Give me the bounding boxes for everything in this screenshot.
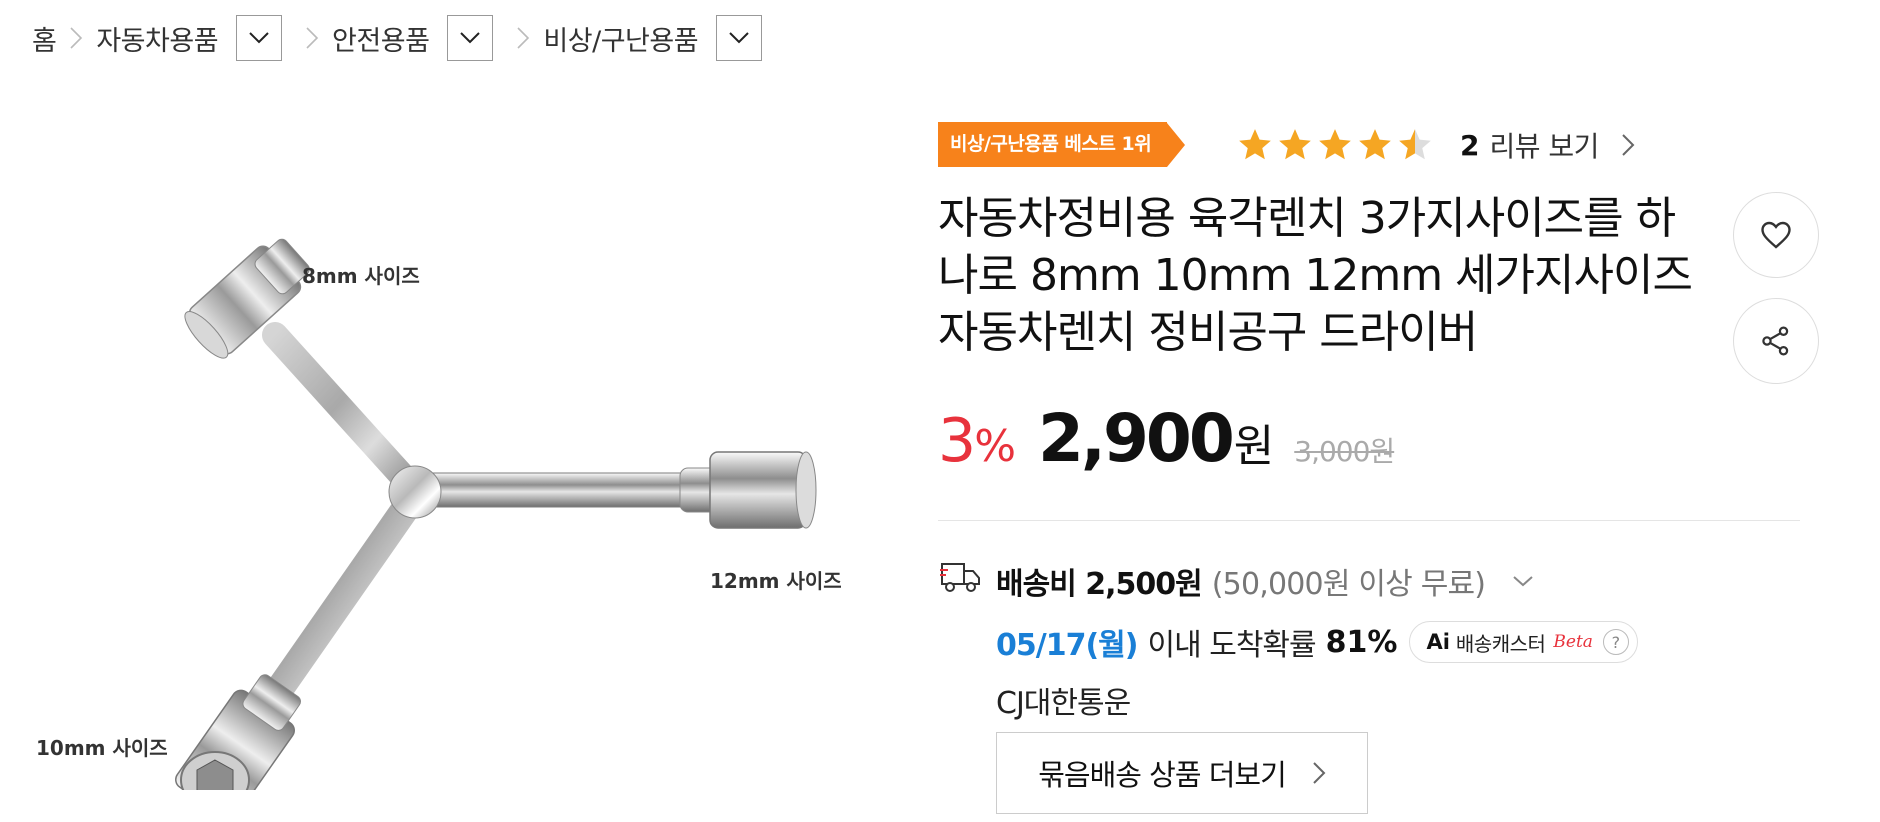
- ai-logo: Ai: [1426, 630, 1450, 654]
- breadcrumb-dropdown-safety[interactable]: [447, 15, 494, 61]
- review-link[interactable]: 리뷰 보기: [1489, 125, 1599, 165]
- product-image: 8mm 사이즈 12mm 사이즈 10mm 사이즈: [20, 230, 860, 821]
- chevron-down-icon: [249, 32, 269, 44]
- breadcrumb-item-auto[interactable]: 자동차용품: [96, 19, 218, 58]
- chevron-right-icon[interactable]: [1621, 133, 1635, 157]
- shipping-fee: 배송비 2,500원: [996, 567, 1203, 602]
- courier-name: CJ대한통운: [996, 686, 1131, 721]
- divider: [938, 520, 1800, 521]
- breadcrumb-dropdown-auto[interactable]: [236, 15, 283, 61]
- free-shipping-condition: (50,000원 이상 무료): [1211, 567, 1486, 602]
- wrench-arm-12mm: [414, 451, 817, 529]
- wishlist-button[interactable]: [1733, 192, 1819, 278]
- chevron-right-icon: [292, 14, 332, 62]
- delivery-caster-badge[interactable]: Ai 배송캐스터 Beta ?: [1409, 621, 1638, 663]
- discount-rate: 3: [938, 406, 976, 476]
- product-title: 자동차정비용 육각렌치 3가지사이즈를 하나로 8mm 10mm 12mm 세가…: [938, 193, 1693, 358]
- beta-label: Beta: [1553, 632, 1593, 652]
- discount-unit: %: [974, 421, 1016, 472]
- star-icon: [1319, 129, 1351, 160]
- rating: 2 리뷰 보기: [1236, 124, 1635, 166]
- truck-icon: [940, 563, 980, 592]
- star-icon: [1359, 129, 1391, 160]
- share-icon: [1762, 326, 1789, 356]
- delivery-caster-label: 배송캐스터: [1455, 631, 1546, 656]
- original-price: 3,000원: [1294, 435, 1395, 468]
- best-badge: 비상/구난용품 베스트 1위: [938, 122, 1186, 167]
- arrival-text: 이내 도착확률: [1147, 628, 1316, 663]
- size-label-12mm: 12mm 사이즈: [710, 569, 842, 593]
- breadcrumb-dropdown-emergency[interactable]: [716, 15, 763, 61]
- arrival-date: 05/17(월): [996, 628, 1138, 663]
- review-count[interactable]: 2: [1460, 129, 1479, 162]
- price-unit: 원: [1233, 421, 1275, 472]
- chevron-right-icon: [1313, 762, 1326, 784]
- breadcrumb-home[interactable]: 홈: [32, 19, 57, 58]
- badge-arrow-shape: [1167, 122, 1186, 167]
- size-label-8mm: 8mm 사이즈: [302, 264, 420, 288]
- price-row: 3 % 2,900 원 3,000원: [938, 400, 1395, 480]
- arrival-probability: 81%: [1325, 624, 1398, 660]
- heart-icon: [1761, 221, 1791, 249]
- sale-price: 2,900: [1038, 400, 1235, 477]
- chevron-right-icon: [503, 14, 543, 62]
- breadcrumb: 홈 자동차용품 안전용품 비상/구난용품: [32, 14, 763, 62]
- breadcrumb-item-safety[interactable]: 안전용품: [332, 19, 430, 58]
- best-badge-label: 비상/구난용품 베스트 1위: [938, 122, 1168, 167]
- size-label-10mm: 10mm 사이즈: [36, 736, 168, 760]
- star-half-icon: [1399, 129, 1431, 160]
- bundle-shipping-button[interactable]: 묶음배송 상품 더보기: [996, 732, 1368, 814]
- chevron-down-icon: [729, 32, 749, 44]
- chevron-right-icon: [56, 14, 96, 62]
- bundle-shipping-label: 묶음배송 상품 더보기: [1038, 758, 1287, 792]
- star-icon: [1239, 129, 1271, 160]
- wrench-arm-10mm: [175, 481, 429, 821]
- arrival-estimate: 05/17(월) 이내 도착확률 81% Ai 배송캐스터 Beta ?: [996, 620, 1638, 664]
- help-icon[interactable]: ?: [1602, 629, 1629, 655]
- chevron-down-icon[interactable]: [1511, 574, 1535, 588]
- share-button[interactable]: [1733, 298, 1819, 384]
- shipping-fee-line[interactable]: 배송비 2,500원 (50,000원 이상 무료): [996, 560, 1535, 602]
- chevron-down-icon: [460, 32, 481, 44]
- star-icon: [1279, 129, 1311, 160]
- star-rating: [1236, 126, 1436, 164]
- breadcrumb-item-emergency[interactable]: 비상/구난용품: [543, 19, 698, 58]
